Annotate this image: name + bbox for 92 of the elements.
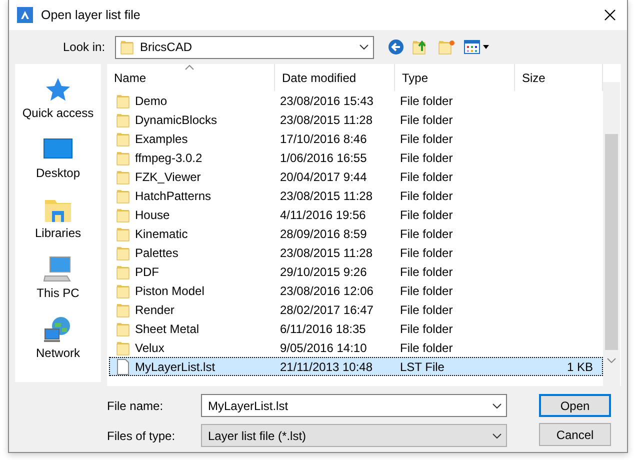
date-modified: 28/02/2017 16:47 bbox=[280, 302, 374, 316]
sort-caret-icon bbox=[185, 65, 194, 70]
column-header[interactable]: Name bbox=[107, 64, 275, 91]
file-type: File folder bbox=[400, 208, 453, 222]
scroll-down-icon[interactable] bbox=[607, 358, 616, 363]
chevron-icon bbox=[492, 432, 502, 438]
file-type: File folder bbox=[400, 132, 453, 146]
view-menu-icon[interactable] bbox=[464, 40, 490, 54]
file-name[interactable]: Kinematic bbox=[135, 224, 188, 242]
back-icon[interactable] bbox=[388, 39, 404, 55]
file-icon bbox=[116, 358, 130, 374]
file-name[interactable]: Velux bbox=[135, 338, 164, 356]
scroll-thumb[interactable] bbox=[605, 134, 618, 350]
file-name-field[interactable]: MyLayerList.lst bbox=[201, 394, 507, 417]
folder-icon bbox=[116, 226, 130, 242]
chevron-icon bbox=[492, 402, 502, 408]
sidebar-place[interactable]: Desktop bbox=[36, 134, 80, 194]
file-size: 1 KB bbox=[566, 360, 593, 374]
file-name[interactable]: Sheet Metal bbox=[135, 320, 200, 338]
file-type: File folder bbox=[400, 112, 453, 126]
look-in-label: Look in: bbox=[63, 39, 106, 56]
date-modified: 6/11/2016 18:35 bbox=[280, 322, 366, 336]
date-modified: 1/06/2016 16:55 bbox=[280, 150, 367, 164]
folder-icon bbox=[116, 130, 130, 146]
folder-icon bbox=[116, 188, 130, 204]
folder-icon bbox=[116, 320, 130, 336]
folder-icon bbox=[116, 282, 130, 298]
scrollbar[interactable] bbox=[603, 82, 620, 386]
folder-icon bbox=[116, 244, 130, 260]
folder-icon bbox=[116, 206, 130, 222]
folder-icon bbox=[116, 302, 130, 318]
file-type: File folder bbox=[400, 264, 453, 278]
file-type-dropdown[interactable]: Layer list file (*.lst) bbox=[201, 424, 507, 447]
cancel-button[interactable]: Cancel bbox=[539, 423, 611, 446]
file-name[interactable]: Demo bbox=[135, 92, 168, 110]
file-name[interactable]: Palettes bbox=[135, 244, 178, 262]
look-in-dropdown[interactable]: BricsCAD bbox=[115, 36, 374, 58]
file-name[interactable]: PDF bbox=[135, 262, 159, 280]
app-icon bbox=[17, 7, 33, 23]
file-type-label: Files of type: bbox=[107, 428, 176, 444]
sidebar-place[interactable]: Network bbox=[36, 314, 80, 374]
date-modified: 23/08/2015 11:28 bbox=[280, 112, 373, 126]
file-type: File folder bbox=[400, 284, 453, 298]
file-type: File folder bbox=[400, 302, 453, 316]
column-header[interactable]: Type bbox=[395, 64, 515, 91]
date-modified: 23/08/2015 11:28 bbox=[280, 246, 373, 260]
file-type: File folder bbox=[400, 226, 453, 240]
date-modified: 23/08/2016 15:43 bbox=[280, 94, 374, 108]
date-modified: 28/09/2016 8:59 bbox=[280, 226, 367, 240]
open-button[interactable]: Open bbox=[539, 394, 611, 417]
date-modified: 29/10/2015 9:26 bbox=[280, 264, 367, 278]
file-name[interactable]: HatchPatterns bbox=[135, 186, 212, 204]
file-type: File folder bbox=[400, 188, 453, 202]
folder-icon bbox=[116, 340, 130, 356]
file-name[interactable]: House bbox=[135, 206, 170, 224]
file-type: File folder bbox=[400, 94, 453, 108]
folder-icon bbox=[116, 112, 130, 128]
file-type: LST File bbox=[400, 360, 444, 374]
new-folder-icon[interactable] bbox=[438, 39, 456, 55]
sidebar-place[interactable]: Quick access bbox=[22, 74, 94, 134]
file-type: File folder bbox=[400, 150, 453, 164]
chevron-icon bbox=[359, 44, 369, 50]
file-name[interactable]: ffmpeg-3.0.2 bbox=[135, 148, 202, 166]
sidebar-place[interactable]: This PC bbox=[36, 254, 80, 314]
file-name[interactable]: DynamicBlocks bbox=[135, 110, 218, 128]
column-header[interactable]: Date modified bbox=[275, 64, 395, 91]
folder-icon bbox=[116, 92, 130, 108]
date-modified: 23/08/2016 12:06 bbox=[280, 284, 374, 298]
file-name[interactable]: Examples bbox=[135, 130, 188, 148]
date-modified: 4/11/2016 19:56 bbox=[280, 208, 366, 222]
file-name[interactable]: Render bbox=[135, 300, 174, 318]
sidebar-place[interactable]: Libraries bbox=[34, 194, 82, 254]
file-type: File folder bbox=[400, 246, 453, 260]
file-type: File folder bbox=[400, 340, 453, 354]
window-title: Open layer list file bbox=[41, 6, 140, 24]
folder-icon bbox=[116, 168, 130, 184]
selected-file-row[interactable]: MyLayerList.lst 21/11/2013 10:48 LST File 1 KB bbox=[109, 357, 603, 376]
date-modified: 23/08/2015 11:28 bbox=[280, 188, 373, 202]
close-icon bbox=[604, 9, 616, 21]
folder-icon bbox=[116, 264, 130, 280]
file-name-label: File name: bbox=[107, 398, 164, 414]
file-name[interactable]: MyLayerList.lst bbox=[135, 358, 216, 376]
folder-icon bbox=[116, 150, 130, 166]
file-name[interactable]: Piston Model bbox=[135, 282, 204, 300]
date-modified: 17/10/2016 8:46 bbox=[280, 132, 367, 146]
date-modified: 9/05/2016 14:10 bbox=[280, 340, 367, 354]
date-modified: 21/11/2013 10:48 bbox=[280, 360, 373, 374]
file-name[interactable]: FZK_Viewer bbox=[135, 168, 201, 186]
date-modified: 20/04/2017 9:44 bbox=[280, 170, 367, 184]
file-type: File folder bbox=[400, 170, 453, 184]
folder-icon bbox=[120, 39, 134, 55]
file-type: File folder bbox=[400, 322, 453, 336]
